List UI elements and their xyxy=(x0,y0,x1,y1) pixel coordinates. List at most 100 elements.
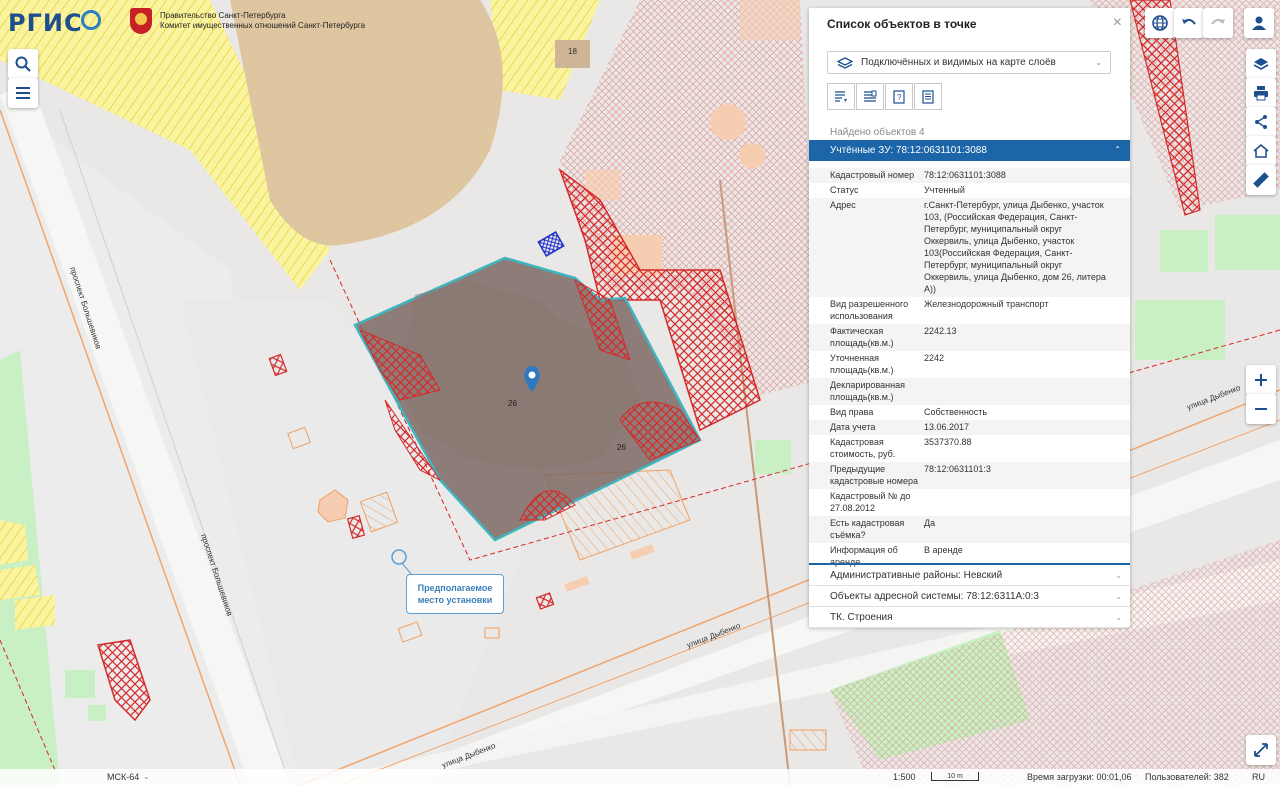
objects-at-point-panel: Список объектов в точке × Подключённых и… xyxy=(809,8,1130,628)
attr-key: Кадастровый номер xyxy=(830,170,915,180)
menu-button[interactable] xyxy=(8,78,38,108)
gov-line1: Правительство Санкт-Петербурга xyxy=(160,11,286,20)
table-row: Вид права Собственность xyxy=(809,405,1130,420)
redo-button[interactable] xyxy=(1203,8,1233,38)
attr-value: Учтенный xyxy=(924,185,965,195)
attr-value: 2242 xyxy=(924,353,945,363)
government-header: Правительство Санкт-Петербурга Комитет и… xyxy=(130,8,365,34)
export-list-button[interactable] xyxy=(827,83,855,110)
help-button[interactable]: ? xyxy=(885,83,913,110)
table-row: Предыдущие кадастровые номера 78:12:06311… xyxy=(809,462,1130,489)
logo-magnifier-icon xyxy=(80,10,101,30)
section-buildings[interactable]: ТК. Строения ⌄ xyxy=(809,607,1130,628)
minus-icon xyxy=(1255,408,1267,410)
table-row: Есть кадастровая съёмка? Да xyxy=(809,516,1130,543)
attr-value: 13.06.2017 xyxy=(924,422,970,432)
parcel-number-label-2: 26 xyxy=(617,443,626,452)
chevron-down-icon: ⌄ xyxy=(143,772,150,781)
building-number-18: 18 xyxy=(568,47,577,56)
redo-icon xyxy=(1211,18,1225,25)
table-row: Статус Учтенный xyxy=(809,183,1130,198)
layer-source-select[interactable]: Подключённых и видимых на карте слоёв ⌄ xyxy=(827,51,1111,74)
section-title: Объекты адресной системы: 78:12:6311А:0:… xyxy=(830,590,1039,602)
attributes-table: Кадастровый номер 78:12:0631101:3088 Стат… xyxy=(809,168,1130,570)
attr-key: Кадастровый № до 27.08.2012 xyxy=(830,491,911,513)
found-count: Найдено объектов 4 xyxy=(830,127,925,138)
zoom-in-button[interactable] xyxy=(1246,365,1276,395)
attr-value: 78:12:0631101:3088 xyxy=(924,170,1006,180)
zoom-out-button[interactable] xyxy=(1246,394,1276,424)
table-row: Кадастровый номер 78:12:0631101:3088 xyxy=(809,168,1130,183)
svg-text:?: ? xyxy=(897,93,902,102)
attr-key: Кадастровая стоимость, руб. xyxy=(830,437,896,459)
chevron-up-icon: ⌃ xyxy=(1114,145,1121,154)
search-icon xyxy=(15,56,31,72)
crs-select[interactable]: МСК-64 xyxy=(107,772,139,782)
fullscreen-icon xyxy=(1254,743,1268,757)
attr-value: Собственность xyxy=(924,407,988,417)
section-admin-districts[interactable]: Административные районы: Невский ⌄ xyxy=(809,565,1130,586)
attr-value: 78:12:0631101:3 xyxy=(924,464,991,474)
rgis-logo[interactable]: РГИС xyxy=(8,8,101,38)
callout-line1: Предполагаемое xyxy=(417,583,493,593)
attr-value: г.Санкт-Петербург, улица Дыбенко, участо… xyxy=(924,200,1106,294)
layers-icon xyxy=(1253,58,1269,70)
print-icon xyxy=(1254,86,1268,101)
table-row: Вид разрешенного использования Железнодор… xyxy=(809,297,1130,324)
parcel-number-label: 26 xyxy=(508,399,517,408)
table-icon xyxy=(864,90,877,102)
layers-icon xyxy=(837,56,853,69)
house-button[interactable] xyxy=(1246,136,1276,166)
users-count: Пользователей: 382 xyxy=(1145,772,1229,782)
section-title: Учтённые ЗУ: 78:12:0631101:3088 xyxy=(830,145,987,156)
menu-icon xyxy=(16,87,30,99)
globe-icon xyxy=(1152,15,1168,31)
attr-value: 3537370.88 xyxy=(924,437,972,447)
layers-button[interactable] xyxy=(1246,49,1276,79)
attr-key: Адрес xyxy=(830,200,856,210)
table-row: Фактическая площадь(кв.м.) 2242.13 xyxy=(809,324,1130,351)
attr-value: Да xyxy=(924,518,936,528)
help-icon: ? xyxy=(893,89,905,104)
attr-value: 2242.13 xyxy=(924,326,957,336)
attr-value: Железнодорожный транспорт xyxy=(924,299,1049,309)
proposed-location-callout: Предполагаемое место установки xyxy=(406,574,504,614)
document-button[interactable] xyxy=(914,83,942,110)
document-icon xyxy=(922,89,934,104)
list-filter-icon xyxy=(835,90,847,102)
share-icon xyxy=(1255,115,1267,129)
user-button[interactable] xyxy=(1244,8,1274,38)
attr-key: Вид права xyxy=(830,407,874,417)
attr-key: Статус xyxy=(830,185,859,195)
coat-of-arms-icon xyxy=(130,8,152,34)
attr-key: Дата учета xyxy=(830,422,876,432)
undo-button[interactable] xyxy=(1174,8,1204,38)
section-title: ТК. Строения xyxy=(830,611,893,623)
table-row: Кадастровая стоимость, руб. 3537370.88 xyxy=(809,435,1130,462)
table-row: Кадастровый № до 27.08.2012 xyxy=(809,489,1130,516)
section-title: Административные районы: Невский xyxy=(830,569,1003,581)
close-icon[interactable]: × xyxy=(1113,14,1122,32)
section-address-objects[interactable]: Объекты адресной системы: 78:12:6311А:0:… xyxy=(809,586,1130,607)
print-button[interactable] xyxy=(1246,78,1276,108)
table-row: Дата учета 13.06.2017 xyxy=(809,420,1130,435)
callout-line2: место установки xyxy=(417,595,493,605)
panel-title: Список объектов в точке xyxy=(827,17,977,31)
attr-value xyxy=(920,379,1108,403)
share-button[interactable] xyxy=(1246,107,1276,137)
table-view-button[interactable] xyxy=(856,83,884,110)
search-button[interactable] xyxy=(8,49,38,79)
section-cadastral-parcels[interactable]: Учтённые ЗУ: 78:12:0631101:3088 ⌃ xyxy=(809,140,1130,161)
language-switch[interactable]: RU xyxy=(1252,772,1265,782)
layer-select-value: Подключённых и видимых на карте слоёв xyxy=(861,57,1056,68)
gov-line2: Комитет имущественных отношений Санкт-Пе… xyxy=(160,21,366,30)
ruler-icon xyxy=(1253,172,1269,188)
globe-button[interactable] xyxy=(1145,8,1175,38)
table-row: Адрес г.Санкт-Петербург, улица Дыбенко, у… xyxy=(809,198,1130,297)
attr-value xyxy=(920,490,1108,514)
attr-key: Вид разрешенного использования xyxy=(830,299,909,321)
load-time: Время загрузки: 00:01,06 xyxy=(1027,772,1132,782)
scale-bar: 10 m xyxy=(931,772,979,781)
ruler-button[interactable] xyxy=(1246,165,1276,195)
fullscreen-button[interactable] xyxy=(1246,735,1276,765)
